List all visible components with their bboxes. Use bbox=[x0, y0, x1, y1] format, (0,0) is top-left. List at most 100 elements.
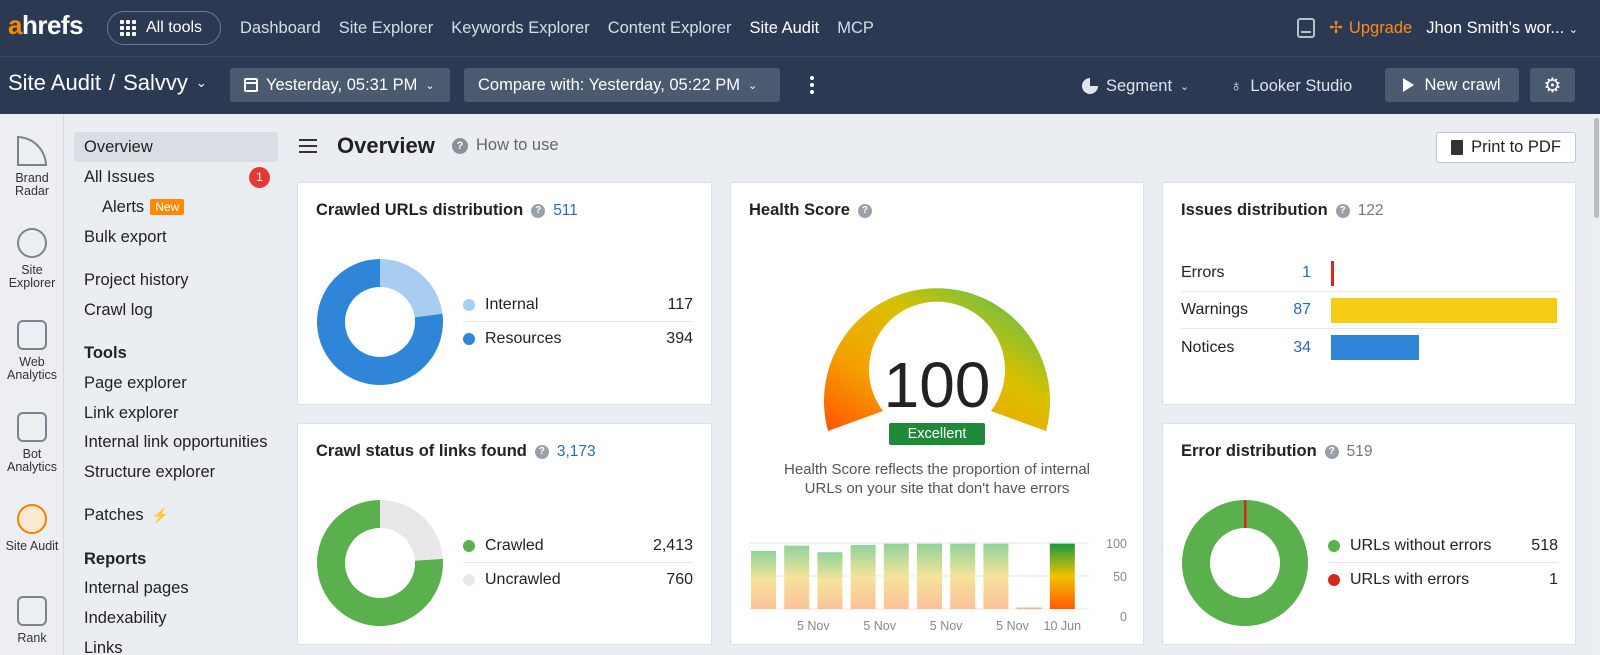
legend-dot bbox=[1328, 573, 1340, 586]
health-bar[interactable] bbox=[751, 550, 776, 609]
rail-rank-tracker[interactable]: Rank bbox=[0, 596, 64, 645]
workspace-menu[interactable]: Jhon Smith's wor... ⌄ bbox=[1426, 19, 1578, 38]
more-options-icon[interactable] bbox=[810, 76, 814, 94]
nav-link-mcp[interactable]: MCP bbox=[837, 19, 874, 38]
legend-row-urls-with-errors[interactable]: URLs with errors 1 bbox=[1328, 563, 1558, 596]
upgrade-link[interactable]: ✢ Upgrade bbox=[1329, 18, 1412, 38]
legend-dot bbox=[463, 540, 475, 552]
menu-toggle-icon[interactable] bbox=[299, 139, 317, 157]
rail-site-audit[interactable]: Site Audit bbox=[0, 504, 64, 553]
crawl-status-total[interactable]: 3,173 bbox=[557, 443, 596, 461]
help-icon[interactable]: ? bbox=[857, 203, 872, 218]
rail-web-analytics[interactable]: Web Analytics bbox=[0, 320, 64, 382]
sidebar: Overview All Issues 1 Alerts New Bulk ex… bbox=[64, 114, 286, 655]
legend-row-uncrawled[interactable]: Uncrawled 760 bbox=[463, 563, 693, 596]
how-to-use-link[interactable]: ? How to use bbox=[452, 136, 559, 155]
health-bar[interactable] bbox=[850, 544, 876, 609]
sidebar-item-links[interactable]: Links bbox=[74, 633, 278, 655]
breadcrumb-separator: / bbox=[108, 70, 116, 95]
legend-dot bbox=[463, 299, 475, 311]
health-bar[interactable] bbox=[1016, 607, 1042, 610]
site-audit-icon bbox=[17, 504, 47, 534]
globe-icon bbox=[17, 228, 47, 258]
sidebar-item-alerts[interactable]: Alerts New bbox=[74, 192, 278, 222]
project-selector[interactable]: Salvvy bbox=[123, 70, 188, 96]
compare-selector[interactable]: Compare with: Yesterday, 05:22 PM ⌄ bbox=[464, 68, 780, 102]
issue-row-notices[interactable]: Notices 34 bbox=[1181, 329, 1559, 366]
health-bar[interactable] bbox=[883, 543, 909, 609]
rail-brand-radar[interactable]: Brand Radar bbox=[0, 136, 64, 198]
crawled-donut-slice-0[interactable] bbox=[380, 259, 443, 318]
health-bar[interactable] bbox=[784, 545, 810, 609]
health-bar[interactable] bbox=[950, 543, 976, 609]
health-history-chart[interactable]: 100 50 0 5 Nov 5 Nov 5 Nov 5 Nov 10 Jun bbox=[749, 533, 1129, 643]
health-bar[interactable] bbox=[1049, 543, 1075, 609]
page-scrollbar[interactable] bbox=[1592, 114, 1600, 655]
looker-icon: ♁ bbox=[1230, 76, 1243, 95]
breadcrumb-site-audit[interactable]: Site Audit bbox=[8, 70, 101, 96]
errors-total: 519 bbox=[1346, 442, 1373, 460]
nav-link-content-explorer[interactable]: Content Explorer bbox=[608, 19, 732, 38]
crawled-urls-card: Crawled URLs distribution ? 511 Internal… bbox=[297, 182, 712, 405]
health-bar[interactable] bbox=[817, 552, 843, 609]
nav-link-dashboard[interactable]: Dashboard bbox=[240, 19, 321, 38]
segment-menu[interactable]: Segment ⌄ bbox=[1082, 69, 1189, 103]
sidebar-item-project-history[interactable]: Project history bbox=[74, 265, 278, 295]
x-tick-label: 5 Nov bbox=[863, 619, 896, 633]
calendar-icon bbox=[244, 78, 258, 92]
crawled-total[interactable]: 511 bbox=[553, 202, 578, 220]
legend-row-urls-without-errors[interactable]: URLs without errors 518 bbox=[1328, 530, 1558, 563]
page-title: Overview bbox=[337, 133, 435, 158]
looker-studio-link[interactable]: ♁ Looker Studio bbox=[1230, 69, 1352, 103]
print-to-pdf-button[interactable]: Print to PDF bbox=[1436, 132, 1576, 163]
sidebar-item-indexability[interactable]: Indexability bbox=[74, 603, 278, 633]
error-donut-slice-1[interactable] bbox=[1244, 500, 1247, 528]
card-title: Error distribution ? 519 bbox=[1181, 442, 1373, 460]
sidebar-item-page-explorer[interactable]: Page explorer bbox=[74, 368, 278, 398]
settings-button[interactable]: ⚙ bbox=[1530, 68, 1575, 102]
health-bar[interactable] bbox=[983, 543, 1009, 609]
sidebar-item-overview[interactable]: Overview bbox=[74, 132, 278, 162]
nav-link-site-audit[interactable]: Site Audit bbox=[750, 19, 820, 38]
legend-row-internal[interactable]: Internal 117 bbox=[463, 289, 693, 322]
new-crawl-button[interactable]: New crawl bbox=[1385, 68, 1519, 102]
chevron-down-icon: ⌄ bbox=[1568, 23, 1578, 36]
help-icon[interactable]: ? bbox=[531, 203, 546, 218]
legend-row-crawled[interactable]: Crawled 2,413 bbox=[463, 530, 693, 563]
nav-link-site-explorer[interactable]: Site Explorer bbox=[339, 19, 433, 38]
sidebar-item-internal-link-opportunities[interactable]: Internal link opportunities bbox=[74, 427, 278, 457]
sidebar-heading-reports: Reports bbox=[84, 549, 147, 568]
legend-dot bbox=[1328, 540, 1340, 552]
issue-row-errors[interactable]: Errors 1 bbox=[1181, 255, 1559, 292]
ahrefs-logo[interactable]: ahrefs bbox=[8, 10, 84, 41]
x-tick-label: 5 Nov bbox=[797, 619, 830, 633]
chevron-down-icon: ⌄ bbox=[748, 79, 758, 92]
help-icon[interactable]: ? bbox=[1335, 203, 1350, 218]
y-tick-label: 100 bbox=[1106, 537, 1127, 551]
sidebar-item-crawl-log[interactable]: Crawl log bbox=[74, 295, 278, 325]
crawl-status-donut-slice-0[interactable] bbox=[380, 500, 443, 561]
sidebar-item-all-issues[interactable]: All Issues 1 bbox=[74, 162, 278, 192]
sidebar-item-link-explorer[interactable]: Link explorer bbox=[74, 398, 278, 428]
tablet-icon[interactable] bbox=[1297, 18, 1316, 38]
issue-row-warnings[interactable]: Warnings 87 bbox=[1181, 292, 1559, 329]
all-tools-button[interactable]: All tools bbox=[107, 11, 221, 45]
sidebar-item-patches[interactable]: Patches ⚡ bbox=[74, 500, 278, 530]
health-bar[interactable] bbox=[917, 543, 942, 609]
sidebar-heading-tools: Tools bbox=[84, 343, 127, 362]
nav-link-keywords-explorer[interactable]: Keywords Explorer bbox=[451, 19, 589, 38]
sidebar-item-bulk-export[interactable]: Bulk export bbox=[74, 222, 278, 252]
sidebar-item-internal-pages[interactable]: Internal pages bbox=[74, 573, 278, 603]
rail-bot-analytics[interactable]: Bot Analytics bbox=[0, 412, 64, 474]
error-legend: URLs without errors 518 URLs with errors 1 bbox=[1328, 530, 1558, 596]
sidebar-item-structure-explorer[interactable]: Structure explorer bbox=[74, 457, 278, 487]
help-icon[interactable]: ? bbox=[534, 444, 549, 459]
error-donut bbox=[1181, 500, 1308, 626]
chevron-down-icon[interactable]: ⌄ bbox=[196, 75, 207, 91]
radar-icon bbox=[17, 136, 47, 166]
legend-row-resources[interactable]: Resources 394 bbox=[463, 322, 693, 355]
pdf-icon bbox=[1451, 140, 1464, 155]
crawl-date-selector[interactable]: Yesterday, 05:31 PM ⌄ bbox=[230, 68, 450, 102]
help-icon[interactable]: ? bbox=[1324, 444, 1339, 459]
rail-site-explorer[interactable]: Site Explorer bbox=[0, 228, 64, 290]
